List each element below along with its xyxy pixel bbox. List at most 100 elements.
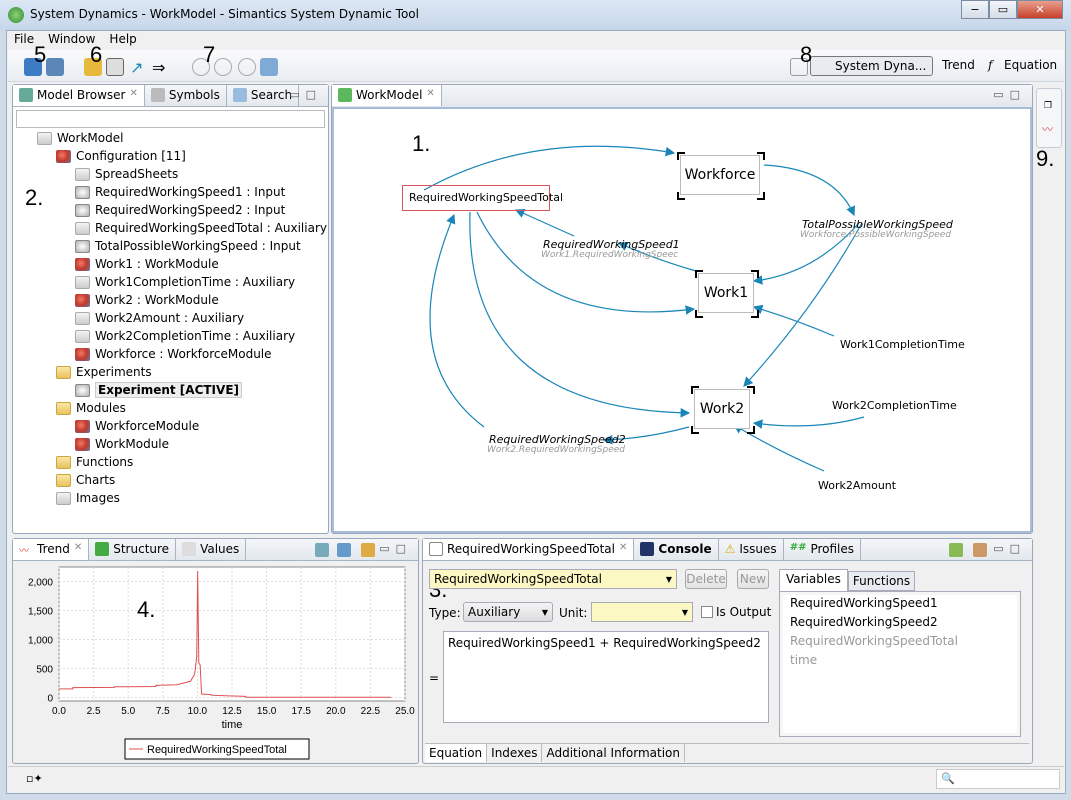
unit-input[interactable]: ▼: [591, 602, 693, 622]
save-all-icon[interactable]: [46, 58, 64, 76]
close-icon[interactable]: ✕: [426, 88, 434, 99]
type-label: Type:: [429, 606, 461, 620]
variable-item[interactable]: RequiredWorkingSpeed1: [780, 596, 1020, 615]
settings-icon[interactable]: [973, 543, 987, 557]
close-button[interactable]: ✕: [1017, 0, 1063, 19]
tree-item[interactable]: RequiredWorkingSpeed1 : Input: [75, 183, 285, 201]
delete-button[interactable]: Delete: [685, 569, 727, 589]
trim-stack: ❐ 〰: [1036, 88, 1062, 148]
tree-item[interactable]: Charts: [56, 471, 115, 489]
tab-functions[interactable]: Functions: [847, 571, 916, 591]
edit-chart-icon[interactable]: [315, 543, 329, 557]
x-tick-label: 0.0: [52, 706, 66, 717]
tree-item[interactable]: Modules: [56, 399, 126, 417]
variable-item[interactable]: RequiredWorkingSpeedTotal: [780, 634, 1020, 653]
tree-item[interactable]: Experiments: [56, 363, 152, 381]
eject-icon[interactable]: [238, 58, 256, 76]
tree-item[interactable]: Work1 : WorkModule: [75, 255, 219, 273]
tab-structure[interactable]: Structure: [89, 539, 177, 560]
minimize-button[interactable]: −: [961, 0, 989, 19]
tab-workmodel[interactable]: WorkModel ✕: [332, 85, 442, 106]
tab-equation[interactable]: Equation: [425, 744, 488, 762]
flow-tool-icon[interactable]: ⇒: [152, 58, 170, 77]
tree-item[interactable]: Work2Amount : Auxiliary: [75, 309, 244, 327]
tab-profiles[interactable]: ## Profiles: [784, 539, 862, 560]
tree-item[interactable]: Work2 : WorkModule: [75, 291, 219, 309]
arrow: [476, 211, 696, 315]
restore-icon[interactable]: ❐: [1044, 101, 1052, 111]
tree-item[interactable]: Work2CompletionTime : Auxiliary: [75, 327, 295, 345]
minimize-maximize-icons[interactable]: ▭□: [379, 542, 412, 555]
minimize-maximize-icons[interactable]: ▭□: [289, 88, 322, 101]
module-work1[interactable]: Work1: [698, 273, 754, 313]
tree-item[interactable]: TotalPossibleWorkingSpeed : Input: [75, 237, 301, 255]
tree-item[interactable]: WorkModule: [75, 435, 169, 453]
perspective-system-dynamics[interactable]: System Dyna...: [810, 56, 934, 76]
tab-symbols[interactable]: Symbols: [145, 85, 227, 106]
menu-window[interactable]: Window: [48, 32, 95, 48]
tab-trend[interactable]: 〰 Trend ✕: [13, 539, 90, 560]
maximize-button[interactable]: ▭: [989, 0, 1017, 19]
minimize-maximize-icons[interactable]: ▭□: [993, 88, 1026, 101]
tree-item[interactable]: Work1CompletionTime : Auxiliary: [75, 273, 295, 291]
auxiliary-icon: [75, 275, 90, 289]
close-icon[interactable]: ✕: [129, 88, 137, 99]
copy-chart-icon[interactable]: [337, 543, 351, 557]
tree-item[interactable]: Configuration [11]: [56, 147, 186, 165]
auxiliary-node[interactable]: Work1CompletionTime: [840, 338, 965, 351]
minimize-maximize-icons[interactable]: ▭□: [993, 542, 1026, 555]
selected-auxiliary-node[interactable]: RequiredWorkingSpeedTotal: [402, 185, 563, 211]
tab-indexes[interactable]: Indexes: [487, 744, 543, 762]
tree-item[interactable]: Images: [56, 489, 120, 507]
fast-view-icon[interactable]: ▫✦: [26, 772, 43, 785]
tree-item[interactable]: Functions: [56, 453, 133, 471]
tree-item[interactable]: RequiredWorkingSpeedTotal : Auxiliary: [75, 219, 327, 237]
search-icon: [232, 88, 247, 102]
tree-item[interactable]: Experiment [ACTIVE]: [75, 381, 242, 399]
close-icon[interactable]: ✕: [619, 542, 627, 553]
tab-additional-information[interactable]: Additional Information: [542, 744, 685, 762]
is-output-checkbox[interactable]: [701, 606, 713, 618]
tab-console[interactable]: Console: [634, 539, 719, 560]
module-work2[interactable]: Work2: [694, 389, 750, 429]
tree-item-label: Work2Amount : Auxiliary: [95, 311, 245, 325]
tree-item-label: RequiredWorkingSpeedTotal : Auxiliary: [95, 221, 327, 235]
variables-functions-panel: Variables Functions RequiredWorkingSpeed…: [779, 569, 1021, 739]
pointer-tool-icon[interactable]: [106, 58, 124, 76]
menu-file[interactable]: File: [14, 32, 34, 48]
module-workforce[interactable]: Workforce: [680, 155, 760, 195]
auxiliary-node[interactable]: Work2Amount: [818, 479, 896, 492]
export-icon[interactable]: [260, 58, 278, 76]
quick-search-input[interactable]: 🔍: [936, 769, 1060, 789]
step-icon[interactable]: [214, 58, 232, 76]
connection-tool-icon[interactable]: ↗: [130, 58, 148, 77]
perspective-trend[interactable]: Trend: [922, 58, 975, 72]
variable-item[interactable]: time: [780, 653, 1020, 672]
expression-editor[interactable]: RequiredWorkingSpeed1 + RequiredWorkingS…: [443, 631, 769, 723]
chart-settings-icon[interactable]: [361, 543, 375, 557]
menu-help[interactable]: Help: [109, 32, 136, 48]
close-icon[interactable]: ✕: [74, 542, 82, 553]
tree-item[interactable]: RequiredWorkingSpeed2 : Input: [75, 201, 285, 219]
trend-view-icon[interactable]: 〰: [1042, 121, 1053, 137]
tree-item[interactable]: WorkModel: [37, 129, 123, 147]
tab-variables[interactable]: Variables: [779, 569, 848, 591]
tab-model-browser[interactable]: Model Browser ✕: [13, 85, 145, 106]
tree-item-label: Work1CompletionTime : Auxiliary: [95, 275, 296, 289]
new-button[interactable]: New: [737, 569, 769, 589]
tab-issues[interactable]: ⚠ Issues: [719, 539, 784, 560]
auxiliary-node[interactable]: Work2CompletionTime: [832, 399, 957, 412]
perspective-equation[interactable]: f Equation: [986, 58, 1057, 72]
type-select[interactable]: Auxiliary ▼: [463, 602, 553, 622]
diagram-canvas[interactable]: 1. RequiredWorkingSpeedTotal Workforce W…: [332, 107, 1032, 533]
filter-input[interactable]: [16, 110, 325, 128]
tab-equation-variable[interactable]: RequiredWorkingSpeedTotal ✕: [423, 539, 635, 560]
variable-selector[interactable]: RequiredWorkingSpeedTotal ▼: [429, 569, 677, 589]
search-icon: 🔍: [941, 772, 955, 785]
variable-item[interactable]: RequiredWorkingSpeed2: [780, 615, 1020, 634]
new-variable-icon[interactable]: [949, 543, 963, 557]
tree-item[interactable]: WorkforceModule: [75, 417, 199, 435]
tree-item[interactable]: Workforce : WorkforceModule: [75, 345, 272, 363]
tree-item[interactable]: SpreadSheets: [75, 165, 178, 183]
tab-values[interactable]: Values: [176, 539, 247, 560]
